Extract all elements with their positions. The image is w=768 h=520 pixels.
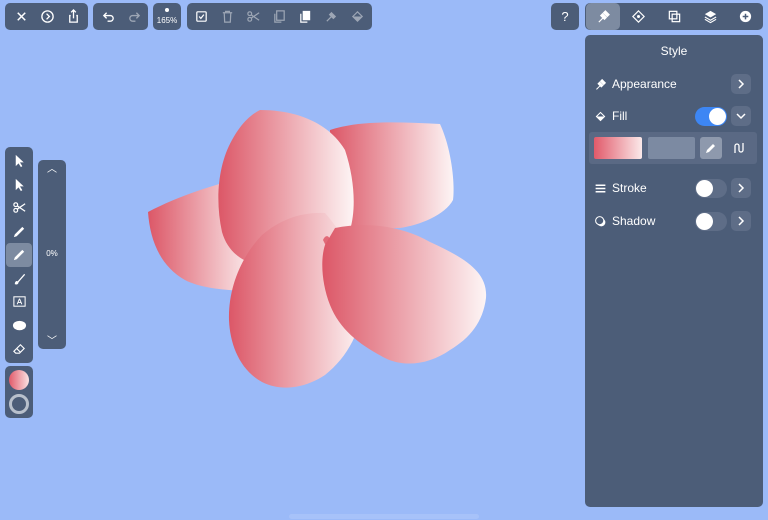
shadow-icon	[593, 214, 607, 228]
opacity-slider[interactable]: ︿ 0% ﹀	[38, 160, 66, 349]
chevron-up-icon[interactable]: ︿	[38, 160, 66, 175]
slider-value: 0%	[46, 249, 58, 258]
fill-row: Fill	[585, 103, 763, 129]
paint-bucket-icon	[593, 109, 607, 123]
shadow-toggle[interactable]	[695, 212, 727, 231]
fill-toggle[interactable]	[695, 107, 727, 126]
eraser-icon[interactable]	[6, 337, 32, 361]
chevron-right-icon[interactable]	[731, 178, 751, 198]
eyedropper-icon[interactable]	[700, 137, 722, 159]
gradient-edit-icon[interactable]	[728, 137, 750, 159]
direct-select-icon[interactable]	[6, 173, 32, 197]
scissors-icon[interactable]	[6, 196, 32, 220]
pen-icon[interactable]	[6, 220, 32, 244]
chevron-right-icon[interactable]	[731, 211, 751, 231]
stroke-toggle[interactable]	[695, 179, 727, 198]
fill-options	[589, 132, 757, 164]
toggle-knob	[696, 213, 713, 230]
stroke-icon	[593, 181, 607, 195]
color-swatch[interactable]	[648, 137, 695, 159]
toggle-knob	[709, 108, 726, 125]
select-arrow-icon[interactable]	[6, 149, 32, 173]
brush-icon[interactable]	[6, 267, 32, 291]
ellipse-icon[interactable]	[6, 314, 32, 338]
chevron-right-icon[interactable]	[731, 74, 751, 94]
shadow-row: Shadow	[585, 208, 763, 234]
tool-palette	[5, 147, 33, 363]
appearance-row[interactable]: Appearance	[585, 71, 763, 97]
fill-color-swatch[interactable]	[9, 370, 29, 390]
stroke-color-swatch[interactable]	[9, 394, 29, 414]
home-indicator	[289, 514, 479, 519]
stroke-row: Stroke	[585, 175, 763, 201]
toggle-knob	[696, 180, 713, 197]
gradient-swatch[interactable]	[594, 137, 642, 159]
style-panel: Style Appearance Fill Stroke Shadow	[585, 35, 763, 507]
chevron-down-icon[interactable]	[731, 106, 751, 126]
panel-title: Style	[660, 44, 688, 58]
chevron-down-icon[interactable]: ﹀	[38, 332, 66, 347]
color-swatches	[5, 366, 33, 418]
pencil-icon[interactable]	[6, 243, 32, 267]
text-icon[interactable]	[6, 290, 32, 314]
appearance-icon	[593, 77, 607, 91]
